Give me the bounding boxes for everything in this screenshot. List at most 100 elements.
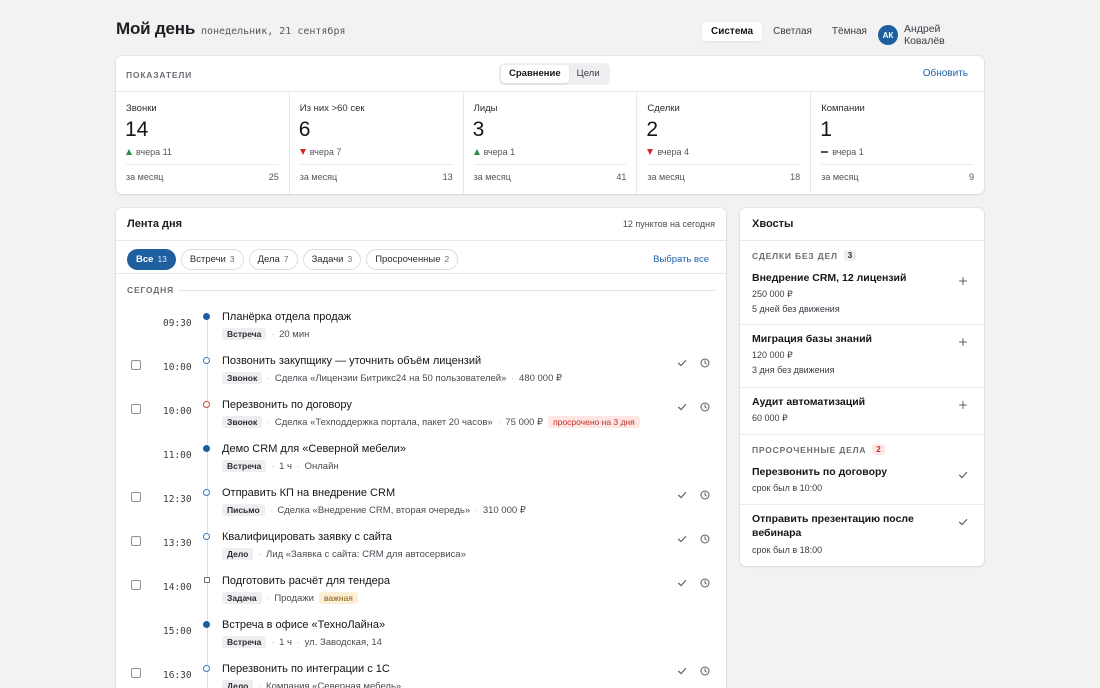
deal-item[interactable]: Внедрение CRM, 12 лицензий 250 000 ₽ 5 дне…	[740, 264, 984, 325]
refresh-link[interactable]: Обновить	[923, 68, 968, 79]
clock-icon[interactable]	[700, 666, 710, 676]
metrics-label: ПОКАЗАТЕЛИ	[126, 70, 193, 80]
clock-icon[interactable]	[700, 534, 710, 544]
trend-flat-icon	[821, 151, 829, 153]
deal-item[interactable]: Аудит автоматизаций 60 000 ₽	[740, 388, 984, 435]
check-icon[interactable]	[677, 666, 687, 676]
overdue-item[interactable]: Отправить презентацию после вебинара срок…	[740, 505, 984, 566]
group-count-badge: 3	[843, 250, 857, 261]
separator: ·	[511, 373, 515, 383]
feed-row[interactable]: 10:00 Перезвонить по договору Звонок · Сделк…	[116, 398, 726, 442]
row-title[interactable]: Отправить КП на внедрение CRM	[222, 487, 395, 499]
meta-text: Сделка «Лицензии Битрикс24 на 50 пользов…	[274, 372, 507, 384]
row-checkbox[interactable]	[131, 668, 141, 678]
feed-row[interactable]: 12:30 Отправить КП на внедрение CRM Письмо…	[116, 486, 726, 530]
kpi-delta: вчера 4	[647, 147, 689, 157]
meta-text: ул. Заводская, 14	[304, 636, 382, 648]
deal-name[interactable]: Миграция базы знаний	[752, 332, 937, 346]
row-checkbox[interactable]	[131, 580, 141, 590]
row-meta: Дело · Лид «Заявка с сайта: CRM для автосе…	[222, 548, 466, 560]
plus-icon[interactable]	[958, 400, 968, 410]
row-title[interactable]: Квалифицировать заявку с сайта	[222, 531, 392, 543]
filter-chips: Все 13 Встречи 3 Дела 7 Задачи 3 Просроченные 2	[127, 249, 459, 270]
tails-title: Хвосты	[752, 218, 794, 230]
theme-dark-button[interactable]: Тёмная	[823, 22, 876, 41]
row-title[interactable]: Перезвонить по договору	[222, 399, 352, 411]
feed-row[interactable]: 09:30 Планёрка отдела продаж Встреча · 20 ми…	[116, 310, 726, 354]
clock-icon[interactable]	[700, 358, 710, 368]
feed-filters: Все 13 Встречи 3 Дела 7 Задачи 3 Просроченные 2 В…	[116, 241, 726, 274]
check-icon[interactable]	[958, 517, 968, 527]
check-icon[interactable]	[677, 402, 687, 412]
theme-light-button[interactable]: Светлая	[764, 22, 821, 41]
mode-goals-button[interactable]: Цели	[569, 65, 608, 83]
row-title[interactable]: Планёрка отдела продаж	[222, 311, 351, 323]
kpi-month-label: за месяц	[473, 172, 511, 182]
deal-name[interactable]: Аудит автоматизаций	[752, 395, 937, 409]
row-title[interactable]: Позвонить закупщику — уточнить объём лиц…	[222, 355, 481, 367]
metrics-card: ПОКАЗАТЕЛИ Сравнение Цели Обновить Звонк…	[116, 56, 984, 194]
row-checkbox[interactable]	[131, 536, 141, 546]
overdue-item[interactable]: Перезвонить по договору срок был в 10:00	[740, 458, 984, 505]
kpi-3: Сделки 2 вчера 4 за месяц 18	[637, 92, 812, 194]
overdue-badge: просрочено на 3 дня	[548, 416, 640, 428]
separator: ·	[271, 461, 275, 471]
row-checkbox[interactable]	[131, 492, 141, 502]
check-icon[interactable]	[677, 358, 687, 368]
deal-name[interactable]: Внедрение CRM, 12 лицензий	[752, 271, 937, 285]
row-checkbox[interactable]	[131, 404, 141, 414]
row-checkbox[interactable]	[131, 360, 141, 370]
clock-icon[interactable]	[700, 578, 710, 588]
deal-amount: 60 000 ₽	[752, 413, 788, 423]
clock-icon[interactable]	[700, 490, 710, 500]
filter-chip-1[interactable]: Встречи 3	[180, 249, 244, 270]
kpi-month-row: за месяц 9	[821, 164, 974, 188]
filter-chip-3[interactable]: Задачи 3	[302, 249, 362, 270]
timeline-dot	[203, 665, 210, 672]
row-title[interactable]: Подготовить расчёт для тендера	[222, 575, 390, 587]
overdue-name[interactable]: Отправить презентацию после вебинара	[752, 512, 937, 540]
row-title[interactable]: Перезвонить по интеграции с 1С	[222, 663, 390, 675]
row-title[interactable]: Демо CRM для «Северной мебели»	[222, 443, 406, 455]
feed-row[interactable]: 10:00 Позвонить закупщику — уточнить объё…	[116, 354, 726, 398]
deal-item[interactable]: Миграция базы знаний 120 000 ₽ 3 дня без д…	[740, 325, 984, 388]
kpi-delta: вчера 1	[821, 147, 864, 157]
group-count-badge: 2	[872, 444, 885, 455]
row-meta: Встреча · 1 ч · Онлайн	[222, 460, 339, 472]
check-icon[interactable]	[677, 578, 687, 588]
plus-icon[interactable]	[958, 337, 968, 347]
select-all-link[interactable]: Выбрать все	[653, 254, 709, 265]
overdue-name[interactable]: Перезвонить по договору	[752, 465, 937, 479]
row-meta: Дело · Компания «Северная мебель»	[222, 680, 401, 688]
kpi-label: Звонки	[126, 103, 157, 114]
mode-compare-button[interactable]: Сравнение	[501, 65, 569, 83]
filter-chip-2[interactable]: Дела 7	[248, 249, 298, 270]
feed-row[interactable]: 11:00 Демо CRM для «Северной мебели» Встре…	[116, 442, 726, 486]
filter-chip-0[interactable]: Все 13	[127, 249, 176, 270]
plus-icon[interactable]	[958, 276, 968, 286]
filter-chip-4[interactable]: Просроченные 2	[366, 249, 459, 270]
feed-row[interactable]: 13:30 Квалифицировать заявку с сайта Дело ·…	[116, 530, 726, 574]
feed-row[interactable]: 15:00 Встреча в офисе «ТехноЛайна» Встреча…	[116, 618, 726, 662]
theme-switch: Система Светлая Тёмная	[702, 21, 876, 41]
deals-without-tasks-label: СДЕЛКИ БЕЗ ДЕЛ 3	[752, 250, 857, 261]
section-divider	[178, 290, 715, 291]
priority-badge: важная	[319, 592, 358, 604]
feed-count: 12 пунктов на сегодня	[622, 219, 715, 229]
user-menu[interactable]: АК Андрей Ковалёв	[878, 23, 984, 47]
row-time: 13:30	[163, 538, 192, 549]
top-bar: Мой день понедельник, 21 сентября Систем…	[116, 18, 984, 47]
feed-row[interactable]: 16:30 Перезвонить по интеграции с 1С Дело ·…	[116, 662, 726, 688]
theme-system-button[interactable]: Система	[702, 21, 763, 41]
check-icon[interactable]	[677, 490, 687, 500]
kpi-month-row: за месяц 41	[473, 164, 627, 188]
clock-icon[interactable]	[700, 402, 710, 412]
check-icon[interactable]	[677, 534, 687, 544]
feed-row[interactable]: 14:00 Подготовить расчёт для тендера Задач…	[116, 574, 726, 618]
row-title[interactable]: Встреча в офисе «ТехноЛайна»	[222, 619, 385, 631]
kpi-0: Звонки 14 вчера 11 за месяц 25	[116, 92, 290, 194]
overdue-due: срок был в 10:00	[752, 483, 823, 493]
overdue-due: срок был в 18:00	[752, 545, 823, 555]
check-icon[interactable]	[958, 470, 968, 480]
meta-text: 480 000 ₽	[519, 372, 563, 384]
